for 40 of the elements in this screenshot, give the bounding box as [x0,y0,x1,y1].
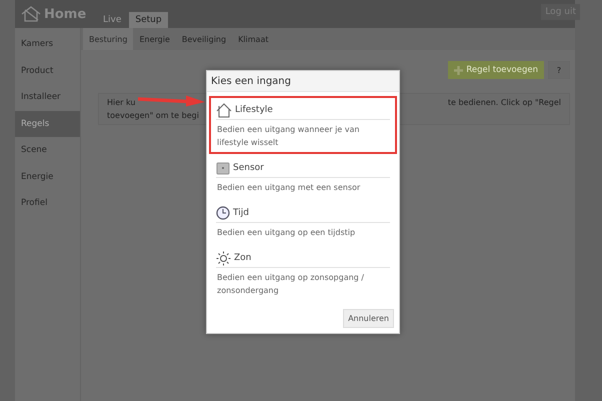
sun-icon [216,250,231,266]
sidebar-item[interactable]: Installeer [15,84,80,110]
input-option[interactable]: Zon Bedien een uitgang op zonsopgang / zonsondergang [209,244,397,302]
sidebar-item[interactable]: Scene [15,137,80,164]
info-text: toevoegen" om te begi [107,110,199,122]
sidebar-item[interactable]: Profiel [15,190,80,216]
option-description: Bedien een uitgang op een tijdstip [216,227,356,239]
sidebar-item[interactable]: Kamers [15,31,80,58]
house-logo-icon [21,6,41,22]
sub-tab[interactable]: Beveiliging [176,28,232,50]
help-button[interactable]: ? [548,61,570,79]
option-label: Lifestyle [235,105,273,115]
clock-icon [216,206,230,220]
top-tab[interactable]: Setup [129,12,168,28]
sidebar-item[interactable]: Regels [15,110,80,137]
option-label: Sensor [233,163,264,173]
sub-tab[interactable]: Energie [133,28,176,50]
input-option[interactable]: Lifestyle Bedien een uitgang wanneer je van lifestyle wisselt [209,96,397,154]
sub-tab[interactable]: Besturing [83,28,134,50]
sidebar-item[interactable]: Product [15,58,80,84]
option-description: Bedien een uitgang wanneer je van lifestyle wisselt [216,124,360,149]
house-icon [216,102,232,118]
add-rule-button[interactable]: Regel toevoegen [448,61,544,79]
cancel-button[interactable]: Annuleren [343,309,394,328]
dialog-title: Kies een ingang [207,71,399,92]
option-label: Tijd [233,208,249,218]
info-text: Hier ku [107,97,136,109]
input-option[interactable]: Tijd Bedien een uitgang op een tijdstip [209,199,397,244]
top-tab[interactable]: Live [97,12,128,28]
input-option[interactable]: Sensor Bedien een uitgang met een sensor [209,154,397,199]
sub-tab[interactable]: Klimaat [232,28,274,50]
info-text: te bedienen. Click op "Regel [448,97,561,109]
app-title: Home [44,6,86,22]
pointer-arrow [138,95,206,107]
option-label: Zon [234,253,252,263]
option-description: Bedien een uitgang op zonsopgang / zonsondergang [216,272,365,297]
sidebar-item[interactable]: Energie [15,164,80,190]
option-description: Bedien een uitgang met een sensor [216,182,362,194]
sensor-icon [216,162,230,174]
plus-icon [454,66,464,74]
